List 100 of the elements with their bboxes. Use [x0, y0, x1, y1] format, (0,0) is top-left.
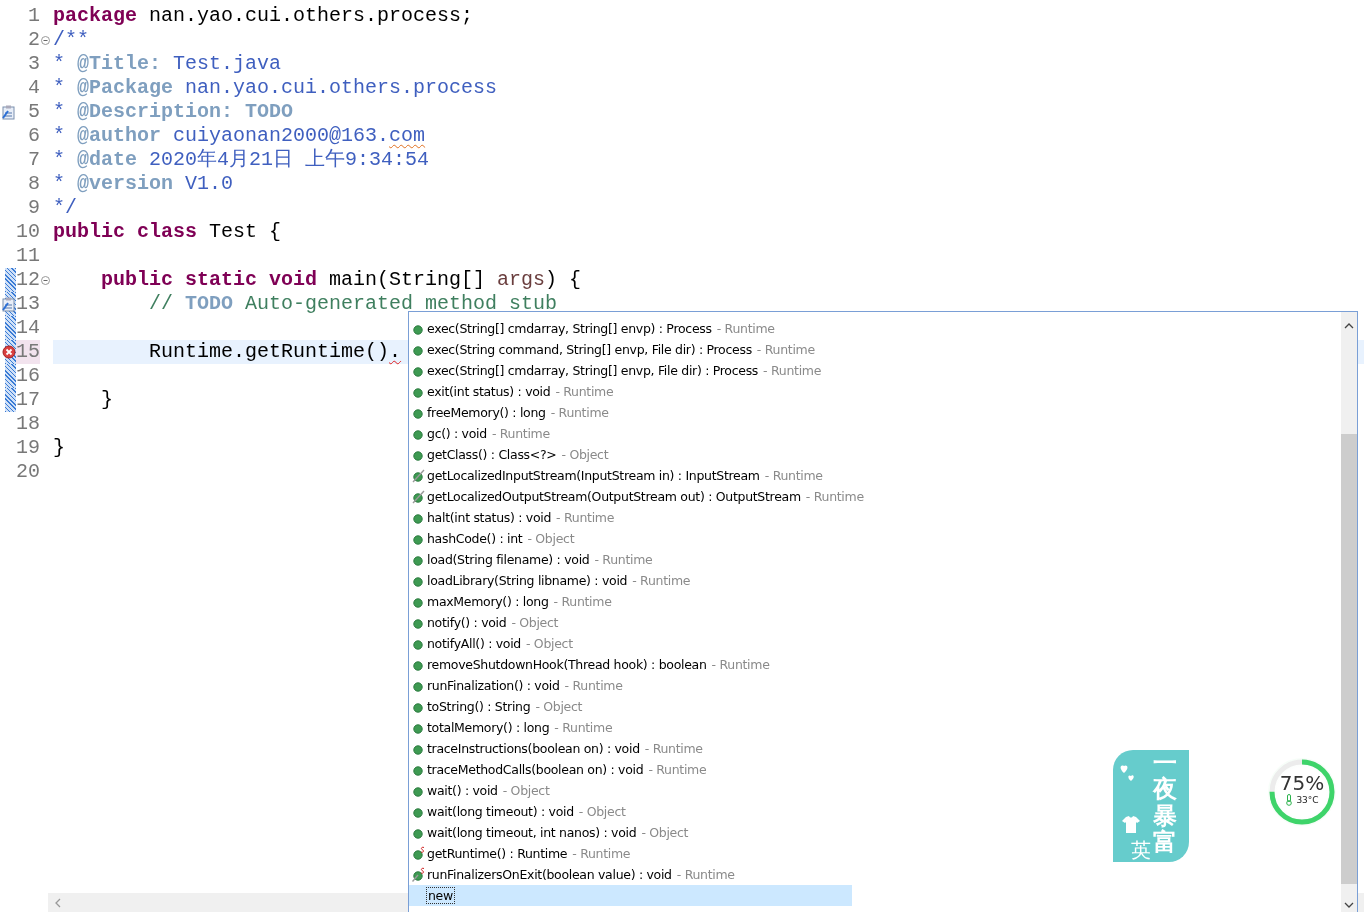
method-signature: freeMemory() : long — [427, 405, 546, 420]
proposal-item[interactable]: exit(int status) : void - Runtime — [409, 381, 852, 402]
method-signature: getRuntime() : Runtime — [427, 846, 568, 861]
declaring-type: - Object — [511, 615, 559, 630]
declaring-type: - Runtime — [764, 468, 823, 483]
declaring-type: - Runtime — [556, 510, 615, 525]
method-signature: runFinalization() : void — [427, 678, 560, 693]
doc-comment: */ — [53, 196, 77, 219]
line-number: 8 — [27, 172, 40, 196]
proposal-item[interactable]: loadLibrary(String libname) : void - Runtime — [409, 570, 852, 591]
keyword: public static void — [100, 268, 318, 291]
proposal-item[interactable]: getLocalizedInputStream(InputStream in) : InputStream - Runtime — [409, 465, 852, 486]
method-signature: notify() : void — [427, 615, 507, 630]
method-signature: wait(long timeout, int nanos) : void — [427, 825, 637, 840]
doc-comment: /** — [53, 28, 89, 51]
hearts-icon — [1119, 762, 1136, 782]
proposal-item[interactable]: toString() : String - Object — [409, 696, 852, 717]
doc-comment: * — [53, 76, 66, 99]
proposal-item[interactable]: traceInstructions(boolean on) : void - Runtime — [409, 738, 852, 759]
line-number: 9 — [27, 196, 40, 220]
declaring-type: - Runtime — [554, 720, 613, 735]
proposal-item[interactable]: runFinalization() : void - Runtime — [409, 675, 852, 696]
proposal-item[interactable]: hashCode() : int - Object — [409, 528, 852, 549]
code-text: main(String[] — [328, 268, 487, 291]
scroll-thumb[interactable] — [1341, 434, 1357, 884]
method-signature: getLocalizedOutputStream(OutputStream out) : OutputStream — [427, 489, 801, 504]
method-signature: exec(String[] cmdarray, String[] envp, File dir) : Process — [427, 363, 759, 378]
proposal-item[interactable]: notify() : void - Object — [409, 612, 852, 633]
code-text: ) { — [545, 268, 582, 291]
line-number: 2 — [27, 28, 40, 52]
proposal-item[interactable]: notifyAll() : void - Object — [409, 633, 852, 654]
doc-comment: * — [53, 172, 66, 195]
doc-comment: * — [53, 124, 66, 147]
method-signature: totalMemory() : long — [427, 720, 550, 735]
proposal-item[interactable]: getClass() : Class<?> - Object — [409, 444, 852, 465]
proposal-item[interactable]: totalMemory() : long - Runtime — [409, 717, 852, 738]
method-signature: wait(long timeout) : void — [427, 804, 574, 819]
line-number: 7 — [27, 148, 40, 172]
proposal-item[interactable]: traceMethodCalls(boolean on) : void - Runtime — [409, 759, 852, 780]
line-number: 13 — [16, 292, 40, 316]
code-text: } — [100, 388, 113, 411]
proposal-item[interactable]: getLocalizedOutputStream(OutputStream out) : OutputStream - Runtime — [409, 486, 868, 507]
comment: Auto-generated method stub — [244, 292, 558, 315]
declaring-type: - Runtime — [756, 342, 815, 357]
method-signature: gc() : void — [427, 426, 487, 441]
proposal-item[interactable]: halt(int status) : void - Runtime — [409, 507, 852, 528]
method-signature: traceMethodCalls(boolean on) : void — [427, 762, 644, 777]
declaring-type: - Runtime — [644, 741, 703, 756]
line-number: 17 — [16, 388, 40, 412]
doc-comment: * — [53, 100, 66, 123]
declaring-type: - Runtime — [711, 657, 770, 672]
proposal-item[interactable]: runFinalizersOnExit(boolean value) : void - Runtime — [409, 864, 852, 885]
proposal-item[interactable]: wait() : void - Object — [409, 780, 852, 801]
declaring-type: - Runtime — [555, 384, 614, 399]
proposal-item[interactable]: maxMemory() : long - Runtime — [409, 591, 852, 612]
sticker-title: 一夜暴富 — [1153, 750, 1177, 859]
proposal-item[interactable]: load(String filename) : void - Runtime — [409, 549, 852, 570]
thermometer-icon — [1285, 794, 1294, 806]
line-number: 16 — [16, 364, 40, 388]
deprecated-method-icon — [412, 489, 425, 504]
comment: // — [148, 292, 175, 315]
method-signature: hashCode() : int — [427, 531, 523, 546]
declaring-type: - Runtime — [632, 573, 691, 588]
doc-comment: nan.yao.cui.others.process — [184, 76, 498, 99]
declaring-type: - Object — [561, 447, 609, 462]
line-number: 5 — [27, 100, 40, 124]
collapse-icon[interactable] — [41, 35, 50, 45]
declaring-type: - Runtime — [805, 489, 864, 504]
proposal-item[interactable]: new — [409, 885, 852, 906]
line-number: 10 — [16, 220, 40, 244]
declaring-type: - Object — [578, 804, 626, 819]
proposal-item[interactable]: getRuntime() : Runtime - Runtime — [409, 843, 852, 864]
method-signature: exec(String[] cmdarray, String[] envp) : Process — [427, 321, 712, 336]
proposal-item[interactable]: wait(long timeout) : void - Object — [409, 801, 852, 822]
proposal-item[interactable]: freeMemory() : long - Runtime — [409, 402, 852, 423]
method-signature: wait() : void — [427, 783, 498, 798]
method-signature: notifyAll() : void — [427, 636, 521, 651]
proposal-item[interactable]: wait(long timeout, int nanos) : void - Object — [409, 822, 852, 843]
doc-comment: com — [389, 124, 426, 147]
declaring-type: - Runtime — [553, 594, 612, 609]
line-number: 4 — [27, 76, 40, 100]
doc-tag: @Description: — [77, 100, 234, 123]
declaring-type: - Object — [502, 783, 550, 798]
proposal-item[interactable]: exec(String command, String[] envp, File dir) : Process - Runtime — [409, 339, 852, 360]
doc-comment: * — [53, 148, 66, 171]
collapse-icon[interactable] — [41, 275, 50, 285]
vertical-scrollbar[interactable] — [1341, 312, 1357, 912]
proposal-item[interactable]: gc() : void - Runtime — [409, 423, 852, 444]
usage-reading: 75% — [1279, 772, 1325, 794]
doc-comment: * — [53, 52, 66, 75]
proposal-item[interactable]: exec(String[] cmdarray, String[] envp) : Process - Runtime — [409, 318, 852, 339]
sticker-text: 英 — [1130, 840, 1152, 862]
line-number: 6 — [27, 124, 40, 148]
proposal-item[interactable]: exec(String[] cmdarray, String[] envp, File dir) : Process - Runtime — [409, 360, 852, 381]
method-signature: exec(String command, String[] envp, File dir) : Process — [427, 342, 752, 357]
proposal-item[interactable]: removeShutdownHook(Thread hook) : boolean - Runtime — [409, 654, 852, 675]
code-text: Runtime.getRuntime() — [148, 340, 390, 363]
doc-tag: @version — [77, 172, 174, 195]
declaring-type: - Object — [641, 825, 689, 840]
method-signature: runFinalizersOnExit(boolean value) : void — [427, 867, 672, 882]
